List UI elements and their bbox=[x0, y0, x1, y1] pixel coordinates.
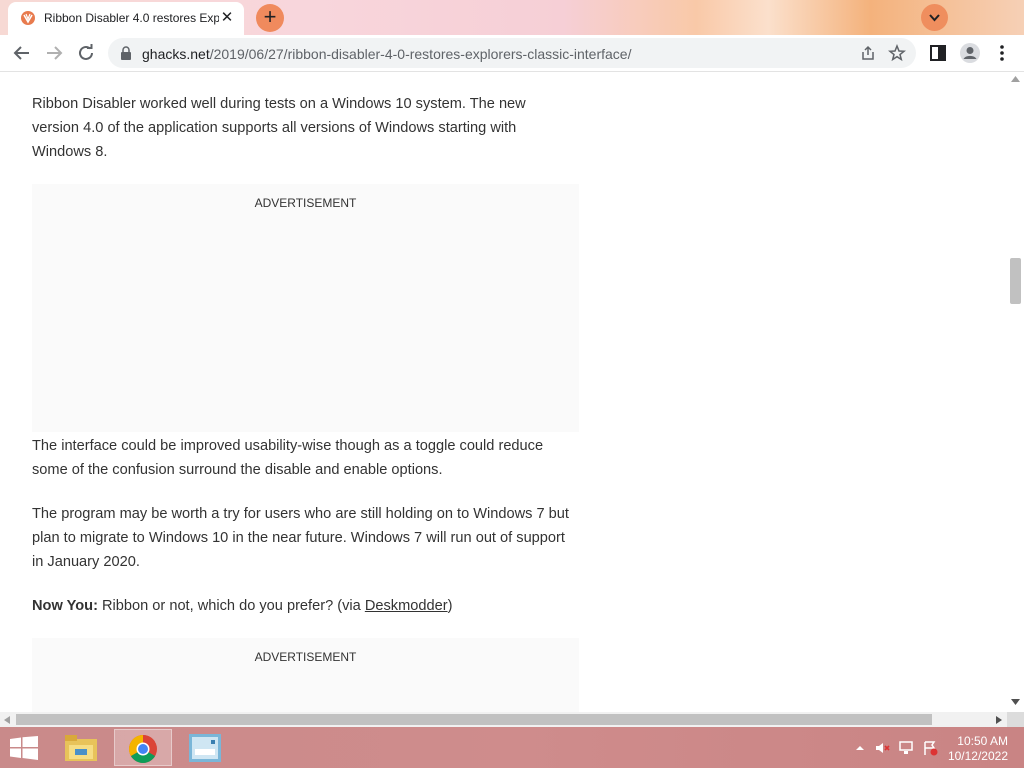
lock-icon bbox=[121, 46, 131, 60]
taskbar-chrome[interactable] bbox=[114, 729, 172, 766]
bookmark-star-icon[interactable] bbox=[888, 44, 906, 62]
advertisement-label: ADVERTISEMENT bbox=[254, 196, 357, 210]
advertisement-box: ADVERTISEMENT bbox=[32, 638, 579, 712]
browser-toolbar: ghacks.net/2019/06/27/ribbon-disabler-4-… bbox=[0, 35, 1024, 72]
forward-arrow-icon[interactable] bbox=[42, 41, 66, 65]
address-bar[interactable]: ghacks.net/2019/06/27/ribbon-disabler-4-… bbox=[108, 38, 916, 68]
tab-close-icon[interactable]: ✕ bbox=[218, 9, 236, 27]
taskbar: 10:50 AM 10/12/2022 bbox=[0, 727, 1024, 768]
advertisement-label: ADVERTISEMENT bbox=[254, 650, 357, 664]
windows-start-icon[interactable] bbox=[10, 736, 38, 760]
new-tab-button[interactable]: + bbox=[256, 4, 284, 32]
vertical-scroll-thumb[interactable] bbox=[1010, 258, 1021, 304]
article-paragraph: The program may be worth a try for users… bbox=[32, 506, 569, 570]
article-paragraph: The interface could be improved usabilit… bbox=[32, 438, 544, 478]
chevron-down-icon bbox=[929, 14, 940, 22]
network-icon[interactable] bbox=[898, 740, 914, 756]
tab-active[interactable]: Ribbon Disabler 4.0 restores Expl ✕ bbox=[8, 2, 244, 35]
taskbar-snipping-tool[interactable] bbox=[176, 729, 234, 766]
now-you-label: Now You: bbox=[32, 598, 98, 614]
scrollbar-corner bbox=[1007, 712, 1024, 727]
profile-avatar-icon[interactable] bbox=[958, 41, 982, 65]
article-paragraph: Ribbon Disabler worked well during tests… bbox=[32, 96, 526, 160]
deskmodder-link[interactable]: Deskmodder bbox=[365, 598, 448, 614]
scroll-left-arrow-icon[interactable] bbox=[4, 716, 10, 724]
clock-date: 10/12/2022 bbox=[947, 749, 1008, 763]
reload-icon[interactable] bbox=[74, 41, 98, 65]
horizontal-scroll-thumb[interactable] bbox=[16, 714, 932, 725]
speaker-muted-icon[interactable] bbox=[874, 740, 890, 756]
back-arrow-icon[interactable] bbox=[10, 41, 34, 65]
tray-overflow-chevron-icon[interactable] bbox=[852, 740, 868, 756]
tab-title: Ribbon Disabler 4.0 restores Expl bbox=[44, 11, 219, 25]
now-you-end: ) bbox=[447, 598, 453, 614]
tab-search-button[interactable] bbox=[921, 4, 948, 31]
now-you-text: Ribbon or not, which do you prefer? (via bbox=[97, 598, 365, 614]
share-icon[interactable] bbox=[860, 45, 876, 61]
folder-icon bbox=[65, 735, 97, 761]
ghacks-favicon-icon bbox=[21, 11, 35, 25]
article-paragraph-now-you: Now You: Ribbon or not, which do you pre… bbox=[32, 594, 572, 618]
side-panel-icon[interactable] bbox=[926, 41, 950, 65]
page-content: Ribbon Disabler worked well during tests… bbox=[0, 72, 1007, 712]
action-center-flag-icon[interactable] bbox=[922, 740, 938, 756]
horizontal-scrollbar[interactable] bbox=[0, 712, 1007, 727]
scroll-right-arrow-icon[interactable] bbox=[996, 716, 1002, 724]
url-text: ghacks.net/2019/06/27/ribbon-disabler-4-… bbox=[142, 46, 632, 62]
advertisement-box: ADVERTISEMENT bbox=[32, 184, 579, 432]
scroll-up-arrow-icon[interactable] bbox=[1011, 76, 1020, 82]
vertical-scrollbar[interactable] bbox=[1007, 72, 1024, 712]
clock-time: 10:50 AM bbox=[957, 734, 1008, 748]
scroll-down-arrow-icon[interactable] bbox=[1011, 699, 1020, 705]
taskbar-file-explorer[interactable] bbox=[52, 729, 110, 766]
system-clock[interactable]: 10:50 AM 10/12/2022 bbox=[948, 734, 1008, 764]
chrome-icon bbox=[129, 735, 157, 763]
tab-strip: Ribbon Disabler 4.0 restores Expl ✕ + bbox=[0, 0, 1024, 35]
snipping-tool-icon bbox=[189, 734, 221, 762]
menu-kebab-icon[interactable] bbox=[990, 41, 1014, 65]
